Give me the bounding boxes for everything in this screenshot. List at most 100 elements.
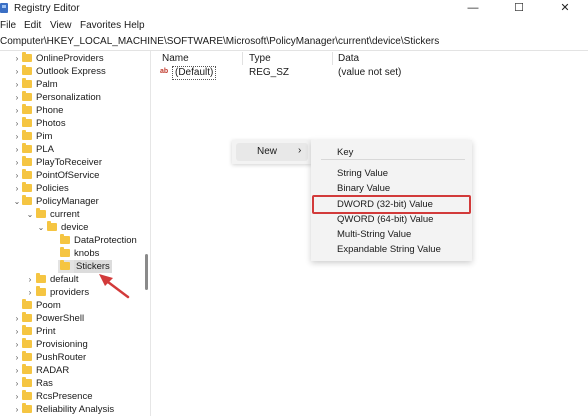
chevron-right-icon[interactable]: › xyxy=(13,325,21,338)
tree-scrollbar[interactable] xyxy=(145,254,148,290)
chevron-right-icon[interactable]: › xyxy=(13,78,21,91)
chevron-right-icon[interactable]: › xyxy=(13,65,21,78)
tree-node[interactable]: › Policies xyxy=(0,182,148,195)
chevron-down-icon[interactable]: ⌄ xyxy=(26,208,34,221)
chevron-right-icon[interactable]: › xyxy=(13,377,21,390)
menu-help[interactable]: Help xyxy=(124,20,145,31)
column-header-name[interactable]: Name xyxy=(162,53,189,64)
tree-node[interactable]: › PointOfService xyxy=(0,169,148,182)
chevron-right-icon[interactable]: › xyxy=(13,312,21,325)
tree-node[interactable]: › Print xyxy=(0,325,148,338)
tree-node[interactable]: › providers xyxy=(0,286,148,299)
chevron-right-icon[interactable]: › xyxy=(13,143,21,156)
column-header-data[interactable]: Data xyxy=(338,53,359,64)
chevron-right-icon[interactable]: › xyxy=(13,364,21,377)
chevron-right-icon[interactable]: › xyxy=(13,390,21,403)
maximize-button[interactable]: ☐ xyxy=(496,0,542,17)
tree-node[interactable]: › RcsPresence xyxy=(0,390,148,403)
column-divider[interactable] xyxy=(332,52,333,65)
tree-node-label[interactable]: Palm xyxy=(36,78,58,91)
column-divider[interactable] xyxy=(242,52,243,65)
tree-node-label[interactable]: PLA xyxy=(36,143,54,156)
chevron-right-icon[interactable]: › xyxy=(26,273,34,286)
tree-node-label[interactable]: Stickers xyxy=(74,260,112,273)
tree-node-label[interactable]: DataProtection xyxy=(74,234,137,247)
tree-node-label[interactable]: Policies xyxy=(36,182,69,195)
tree-node-label[interactable]: RcsPresence xyxy=(36,390,93,403)
tree-node-label[interactable]: PushRouter xyxy=(36,351,86,364)
tree-node[interactable]: › Pim xyxy=(0,130,148,143)
chevron-right-icon[interactable]: › xyxy=(13,104,21,117)
submenu-key[interactable]: Key xyxy=(337,147,353,158)
tree-node-label[interactable]: RADAR xyxy=(36,364,69,377)
tree-node[interactable]: › RADAR xyxy=(0,364,148,377)
tree-node[interactable]: › OnlineProviders xyxy=(0,52,148,65)
value-name[interactable]: (Default) xyxy=(172,66,217,80)
address-path[interactable]: Computer\HKEY_LOCAL_MACHINE\SOFTWARE\Mic… xyxy=(0,36,439,47)
tree-node[interactable]: › PowerShell xyxy=(0,312,148,325)
tree-node-label[interactable]: PowerShell xyxy=(36,312,84,325)
minimize-button[interactable]: — xyxy=(450,0,496,17)
chevron-right-icon[interactable]: › xyxy=(13,403,21,416)
tree-node-label[interactable]: Reliability Analysis xyxy=(36,403,114,416)
tree-node[interactable]: Stickers xyxy=(0,260,148,273)
tree-node[interactable]: › PushRouter xyxy=(0,351,148,364)
tree-node[interactable]: ⌄ current xyxy=(0,208,148,221)
tree-node-label[interactable]: Personalization xyxy=(36,91,101,104)
tree-node[interactable]: › Palm xyxy=(0,78,148,91)
chevron-right-icon[interactable]: › xyxy=(26,286,34,299)
tree-node-label[interactable]: OnlineProviders xyxy=(36,52,104,65)
tree-node[interactable]: › Photos xyxy=(0,117,148,130)
tree-node-label[interactable]: Print xyxy=(36,325,56,338)
tree-node[interactable]: ⌄ PolicyManager xyxy=(0,195,148,208)
chevron-right-icon[interactable]: › xyxy=(13,117,21,130)
tree-node[interactable]: › PlayToReceiver xyxy=(0,156,148,169)
chevron-right-icon[interactable]: › xyxy=(13,338,21,351)
tree-node[interactable]: Poom xyxy=(0,299,148,312)
tree-node[interactable]: › Phone xyxy=(0,104,148,117)
pane-splitter[interactable] xyxy=(150,51,151,416)
menu-view[interactable]: View xyxy=(50,20,72,31)
menu-file[interactable]: File xyxy=(0,20,16,31)
tree-node[interactable]: › Personalization xyxy=(0,91,148,104)
tree-node[interactable]: DataProtection xyxy=(0,234,148,247)
tree-node-label[interactable]: Photos xyxy=(36,117,66,130)
address-bar[interactable]: Computer\HKEY_LOCAL_MACHINE\SOFTWARE\Mic… xyxy=(0,35,588,51)
tree-node-label[interactable]: PointOfService xyxy=(36,169,99,182)
tree-node-label[interactable]: providers xyxy=(50,286,89,299)
tree-node-label[interactable]: Pim xyxy=(36,130,52,143)
submenu-qword-value[interactable]: QWORD (64-bit) Value xyxy=(337,214,433,225)
tree-node-label[interactable]: knobs xyxy=(74,247,99,260)
chevron-right-icon[interactable]: › xyxy=(13,52,21,65)
column-header-type[interactable]: Type xyxy=(249,53,271,64)
chevron-down-icon[interactable]: ⌄ xyxy=(37,221,45,234)
tree-node-label[interactable]: current xyxy=(50,208,80,221)
menu-favorites[interactable]: Favorites xyxy=(80,20,121,31)
value-row-default[interactable]: ab (Default) REG_SZ (value not set) xyxy=(160,66,588,80)
submenu-string-value[interactable]: String Value xyxy=(337,168,388,179)
menu-edit[interactable]: Edit xyxy=(24,20,41,31)
tree-node[interactable]: › Provisioning xyxy=(0,338,148,351)
chevron-right-icon[interactable]: › xyxy=(13,351,21,364)
context-menu-new[interactable]: New xyxy=(257,146,277,157)
chevron-right-icon[interactable]: › xyxy=(13,169,21,182)
tree-node-label[interactable]: default xyxy=(50,273,79,286)
submenu-binary-value[interactable]: Binary Value xyxy=(337,183,390,194)
tree-node-label[interactable]: Provisioning xyxy=(36,338,88,351)
chevron-right-icon[interactable]: › xyxy=(13,182,21,195)
tree-node[interactable]: ⌄ device xyxy=(0,221,148,234)
tree-node-label[interactable]: PolicyManager xyxy=(36,195,99,208)
registry-key-tree[interactable]: › OnlineProviders › Outlook Express › Palm › Pe… xyxy=(0,51,148,416)
tree-node[interactable]: › Outlook Express xyxy=(0,65,148,78)
tree-node[interactable]: knobs xyxy=(0,247,148,260)
tree-node[interactable]: › PLA xyxy=(0,143,148,156)
close-button[interactable]: ✕ xyxy=(542,0,588,17)
submenu-expandable-string-value[interactable]: Expandable String Value xyxy=(337,244,441,255)
tree-node-label[interactable]: device xyxy=(61,221,88,234)
tree-node-label[interactable]: Ras xyxy=(36,377,53,390)
tree-node[interactable]: › Ras xyxy=(0,377,148,390)
tree-node[interactable]: › default xyxy=(0,273,148,286)
tree-node-label[interactable]: Outlook Express xyxy=(36,65,106,78)
chevron-right-icon[interactable]: › xyxy=(13,156,21,169)
tree-node-label[interactable]: PlayToReceiver xyxy=(36,156,102,169)
